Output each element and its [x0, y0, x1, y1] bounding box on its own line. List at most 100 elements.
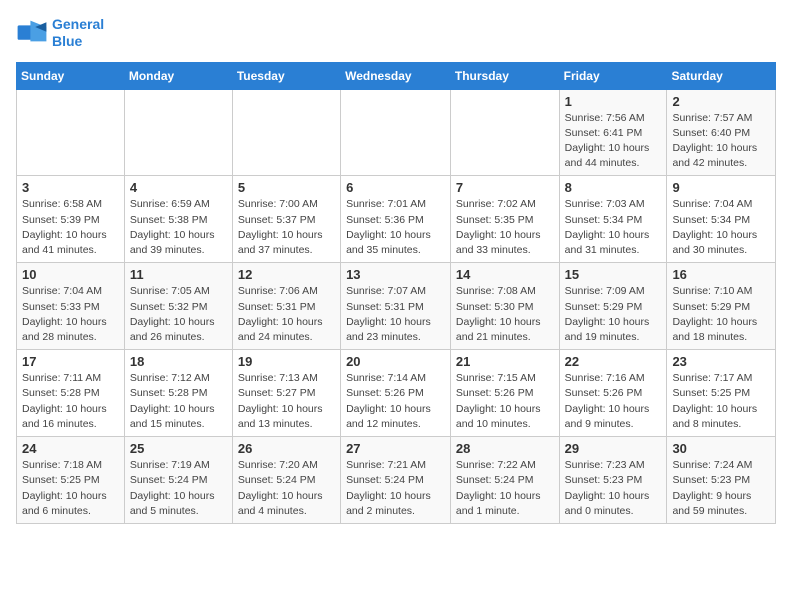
day-number: 20 — [346, 354, 445, 369]
day-info: Sunrise: 7:17 AMSunset: 5:25 PMDaylight:… — [672, 371, 770, 432]
header-sunday: Sunday — [17, 62, 125, 89]
day-cell — [124, 89, 232, 176]
day-info: Sunrise: 7:11 AMSunset: 5:28 PMDaylight:… — [22, 371, 119, 432]
header-monday: Monday — [124, 62, 232, 89]
day-info: Sunrise: 6:59 AMSunset: 5:38 PMDaylight:… — [130, 197, 227, 258]
day-cell: 16 Sunrise: 7:10 AMSunset: 5:29 PMDayligh… — [667, 263, 776, 350]
day-cell: 15 Sunrise: 7:09 AMSunset: 5:29 PMDayligh… — [559, 263, 667, 350]
day-cell: 6 Sunrise: 7:01 AMSunset: 5:36 PMDaylight… — [341, 176, 451, 263]
day-number: 1 — [565, 94, 662, 109]
day-number: 10 — [22, 267, 119, 282]
day-number: 30 — [672, 441, 770, 456]
day-cell: 18 Sunrise: 7:12 AMSunset: 5:28 PMDayligh… — [124, 350, 232, 437]
day-info: Sunrise: 7:56 AMSunset: 6:41 PMDaylight:… — [565, 111, 662, 172]
day-info: Sunrise: 7:09 AMSunset: 5:29 PMDaylight:… — [565, 284, 662, 345]
day-info: Sunrise: 7:18 AMSunset: 5:25 PMDaylight:… — [22, 458, 119, 519]
day-info: Sunrise: 7:16 AMSunset: 5:26 PMDaylight:… — [565, 371, 662, 432]
day-info: Sunrise: 7:19 AMSunset: 5:24 PMDaylight:… — [130, 458, 227, 519]
day-info: Sunrise: 7:23 AMSunset: 5:23 PMDaylight:… — [565, 458, 662, 519]
day-cell: 27Sunrise: 7:21 AMSunset: 5:24 PMDayligh… — [341, 437, 451, 524]
day-info: Sunrise: 7:05 AMSunset: 5:32 PMDaylight:… — [130, 284, 227, 345]
day-cell: 19 Sunrise: 7:13 AMSunset: 5:27 PMDayligh… — [232, 350, 340, 437]
day-number: 25 — [130, 441, 227, 456]
day-cell: 10 Sunrise: 7:04 AMSunset: 5:33 PMDayligh… — [17, 263, 125, 350]
day-cell: 17 Sunrise: 7:11 AMSunset: 5:28 PMDayligh… — [17, 350, 125, 437]
day-cell — [17, 89, 125, 176]
day-number: 9 — [672, 180, 770, 195]
day-number: 26 — [238, 441, 335, 456]
day-info: Sunrise: 7:14 AMSunset: 5:26 PMDaylight:… — [346, 371, 445, 432]
day-cell: 2Sunrise: 7:57 AMSunset: 6:40 PMDaylight… — [667, 89, 776, 176]
day-number: 4 — [130, 180, 227, 195]
day-cell: 11 Sunrise: 7:05 AMSunset: 5:32 PMDayligh… — [124, 263, 232, 350]
day-info: Sunrise: 7:13 AMSunset: 5:27 PMDaylight:… — [238, 371, 335, 432]
day-cell: 9 Sunrise: 7:04 AMSunset: 5:34 PMDaylight… — [667, 176, 776, 263]
day-number: 14 — [456, 267, 554, 282]
day-number: 22 — [565, 354, 662, 369]
week-row-4: 24 Sunrise: 7:18 AMSunset: 5:25 PMDayligh… — [17, 437, 776, 524]
day-cell: 13Sunrise: 7:07 AMSunset: 5:31 PMDayligh… — [341, 263, 451, 350]
day-cell: 5 Sunrise: 7:00 AMSunset: 5:37 PMDaylight… — [232, 176, 340, 263]
header-tuesday: Tuesday — [232, 62, 340, 89]
day-cell: 14 Sunrise: 7:08 AMSunset: 5:30 PMDayligh… — [450, 263, 559, 350]
header-friday: Friday — [559, 62, 667, 89]
week-row-2: 10 Sunrise: 7:04 AMSunset: 5:33 PMDayligh… — [17, 263, 776, 350]
day-info: Sunrise: 7:15 AMSunset: 5:26 PMDaylight:… — [456, 371, 554, 432]
day-number: 15 — [565, 267, 662, 282]
day-number: 16 — [672, 267, 770, 282]
day-cell: 8 Sunrise: 7:03 AMSunset: 5:34 PMDaylight… — [559, 176, 667, 263]
day-cell: 26 Sunrise: 7:20 AMSunset: 5:24 PMDayligh… — [232, 437, 340, 524]
day-number: 6 — [346, 180, 445, 195]
day-cell: 7Sunrise: 7:02 AMSunset: 5:35 PMDaylight… — [450, 176, 559, 263]
day-cell: 30 Sunrise: 7:24 AMSunset: 5:23 PMDayligh… — [667, 437, 776, 524]
day-number: 19 — [238, 354, 335, 369]
calendar-table: SundayMondayTuesdayWednesdayThursdayFrid… — [16, 62, 776, 524]
header-thursday: Thursday — [450, 62, 559, 89]
day-cell — [232, 89, 340, 176]
day-number: 18 — [130, 354, 227, 369]
day-info: Sunrise: 6:58 AMSunset: 5:39 PMDaylight:… — [22, 197, 119, 258]
day-cell: 24 Sunrise: 7:18 AMSunset: 5:25 PMDayligh… — [17, 437, 125, 524]
day-cell: 28 Sunrise: 7:22 AMSunset: 5:24 PMDayligh… — [450, 437, 559, 524]
day-number: 28 — [456, 441, 554, 456]
day-cell: 20 Sunrise: 7:14 AMSunset: 5:26 PMDayligh… — [341, 350, 451, 437]
week-row-3: 17 Sunrise: 7:11 AMSunset: 5:28 PMDayligh… — [17, 350, 776, 437]
day-cell — [450, 89, 559, 176]
header-saturday: Saturday — [667, 62, 776, 89]
week-row-0: 1 Sunrise: 7:56 AMSunset: 6:41 PMDaylight… — [17, 89, 776, 176]
day-info: Sunrise: 7:01 AMSunset: 5:36 PMDaylight:… — [346, 197, 445, 258]
day-info: Sunrise: 7:24 AMSunset: 5:23 PMDaylight:… — [672, 458, 770, 519]
day-number: 8 — [565, 180, 662, 195]
day-info: Sunrise: 7:20 AMSunset: 5:24 PMDaylight:… — [238, 458, 335, 519]
day-number: 11 — [130, 267, 227, 282]
logo-icon — [16, 19, 48, 47]
header-row: SundayMondayTuesdayWednesdayThursdayFrid… — [17, 62, 776, 89]
day-info: Sunrise: 7:22 AMSunset: 5:24 PMDaylight:… — [456, 458, 554, 519]
day-info: Sunrise: 7:12 AMSunset: 5:28 PMDaylight:… — [130, 371, 227, 432]
day-number: 27 — [346, 441, 445, 456]
day-info: Sunrise: 7:08 AMSunset: 5:30 PMDaylight:… — [456, 284, 554, 345]
day-cell: 21Sunrise: 7:15 AMSunset: 5:26 PMDayligh… — [450, 350, 559, 437]
day-cell: 29 Sunrise: 7:23 AMSunset: 5:23 PMDayligh… — [559, 437, 667, 524]
day-cell: 12Sunrise: 7:06 AMSunset: 5:31 PMDayligh… — [232, 263, 340, 350]
day-info: Sunrise: 7:10 AMSunset: 5:29 PMDaylight:… — [672, 284, 770, 345]
day-info: Sunrise: 7:57 AMSunset: 6:40 PMDaylight:… — [672, 111, 770, 172]
day-cell: 25 Sunrise: 7:19 AMSunset: 5:24 PMDayligh… — [124, 437, 232, 524]
day-number: 3 — [22, 180, 119, 195]
day-number: 29 — [565, 441, 662, 456]
day-number: 24 — [22, 441, 119, 456]
day-number: 17 — [22, 354, 119, 369]
day-info: Sunrise: 7:04 AMSunset: 5:34 PMDaylight:… — [672, 197, 770, 258]
day-info: Sunrise: 7:03 AMSunset: 5:34 PMDaylight:… — [565, 197, 662, 258]
header-wednesday: Wednesday — [341, 62, 451, 89]
day-info: Sunrise: 7:06 AMSunset: 5:31 PMDaylight:… — [238, 284, 335, 345]
week-row-1: 3 Sunrise: 6:58 AMSunset: 5:39 PMDaylight… — [17, 176, 776, 263]
day-info: Sunrise: 7:00 AMSunset: 5:37 PMDaylight:… — [238, 197, 335, 258]
day-number: 5 — [238, 180, 335, 195]
day-cell: 22 Sunrise: 7:16 AMSunset: 5:26 PMDayligh… — [559, 350, 667, 437]
day-info: Sunrise: 7:02 AMSunset: 5:35 PMDaylight:… — [456, 197, 554, 258]
logo: General Blue — [16, 16, 104, 50]
day-info: Sunrise: 7:04 AMSunset: 5:33 PMDaylight:… — [22, 284, 119, 345]
page-header: General Blue — [16, 16, 776, 50]
day-info: Sunrise: 7:07 AMSunset: 5:31 PMDaylight:… — [346, 284, 445, 345]
